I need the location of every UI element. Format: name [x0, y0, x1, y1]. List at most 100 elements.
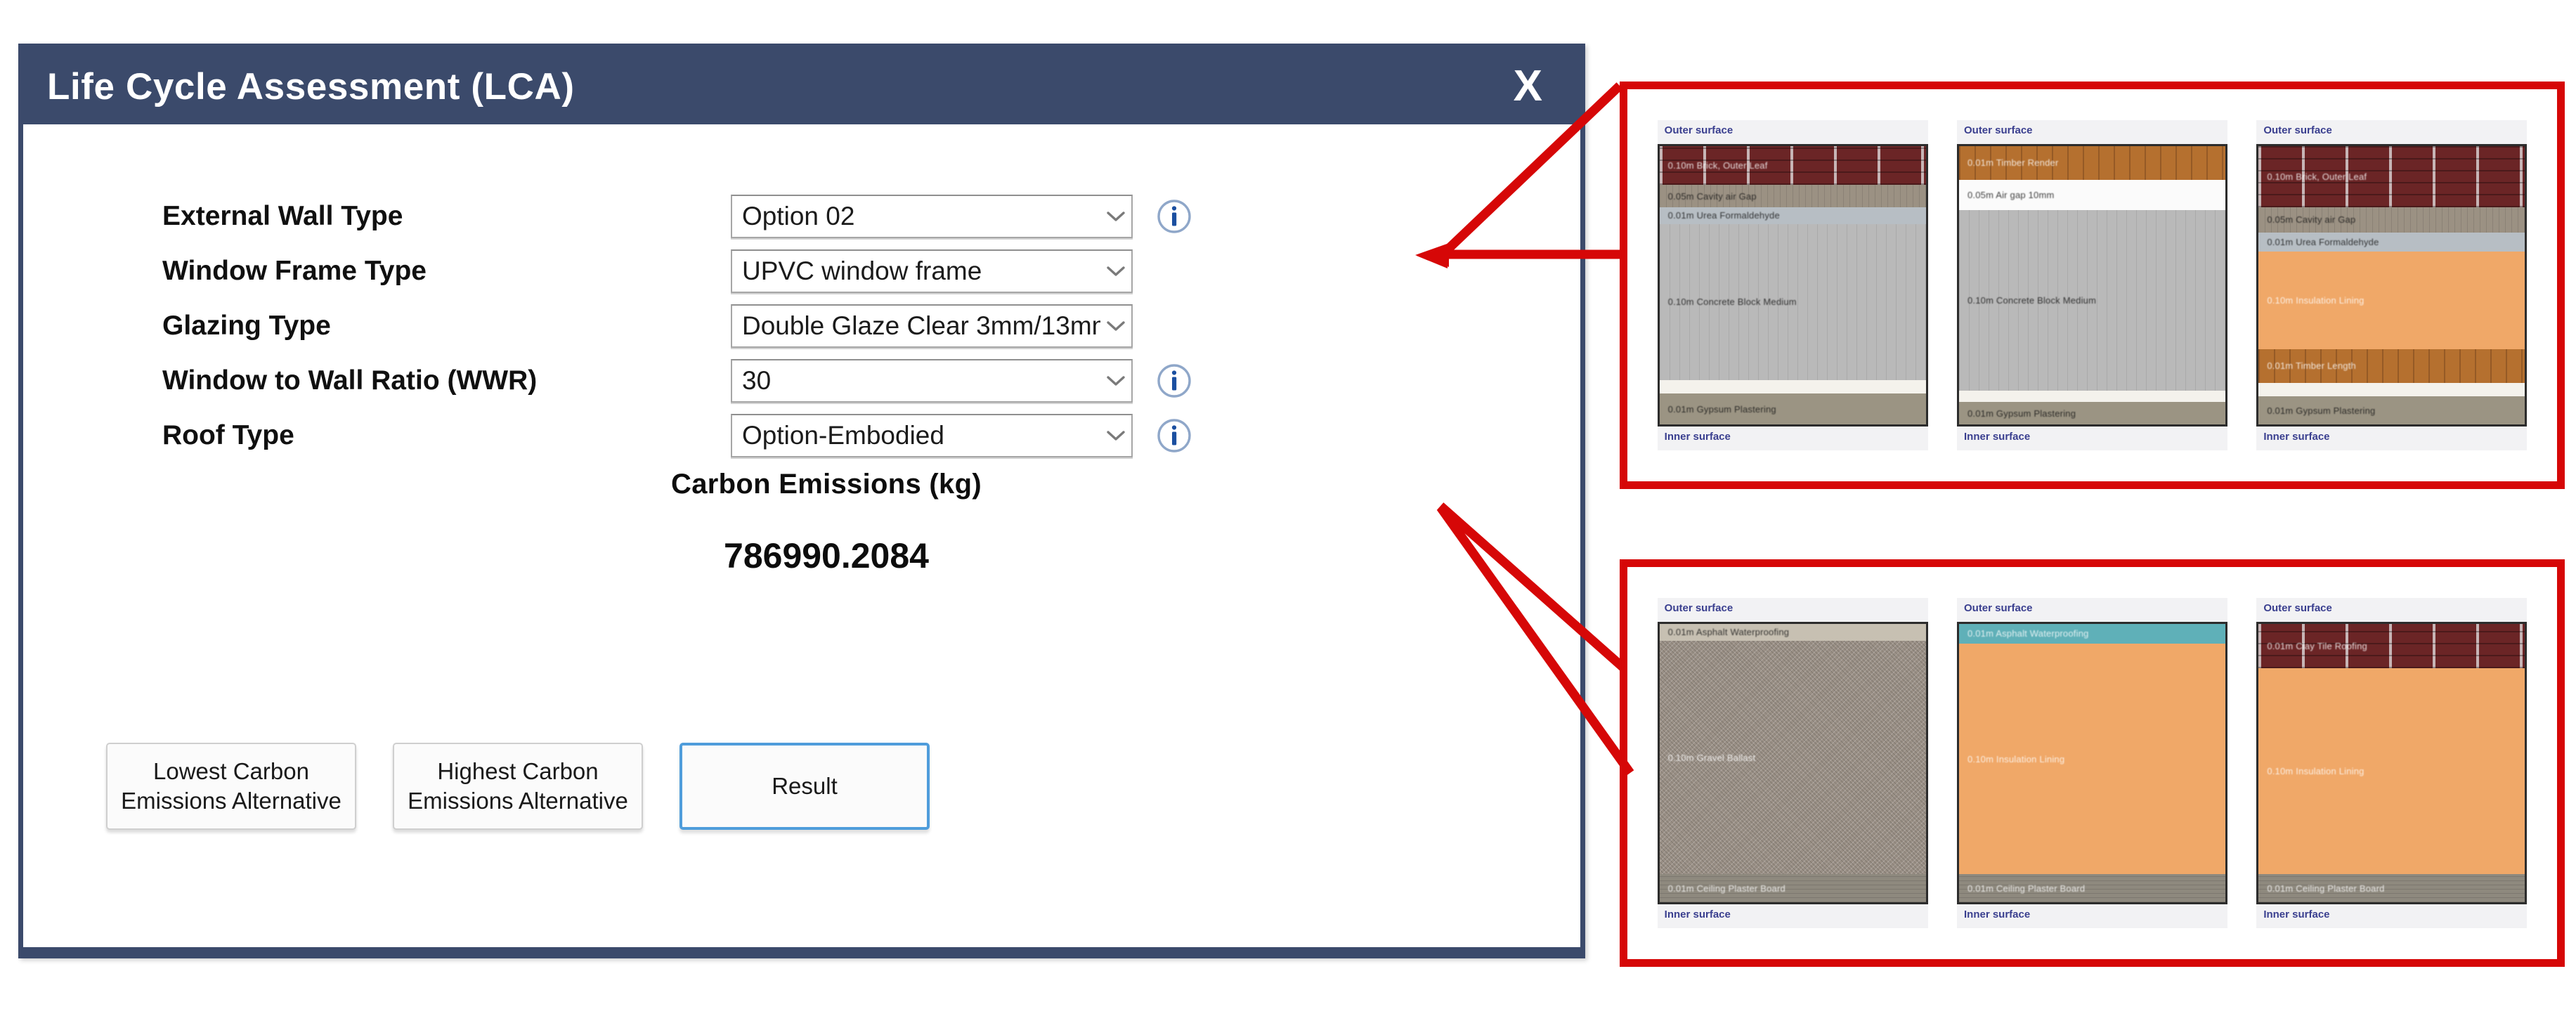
assembly-layer-stack: 0.10m Brick, Outer Leaf 0.05m Cavity air …: [1657, 144, 1928, 427]
assembly-layer: 0.01m Timber Length: [2258, 349, 2525, 383]
inner-surface-caption: Inner surface: [1657, 427, 1928, 450]
dropdown-value: Option 02: [742, 202, 855, 230]
dropdown-window-frame-type[interactable]: UPVC window frame: [731, 249, 1133, 293]
chevron-down-icon: [1100, 430, 1131, 441]
assembly-layer: 0.10m Concrete Block Medium: [1659, 223, 1926, 380]
assembly-layer: 0.01m Ceiling Plaster Board: [1659, 874, 1926, 902]
action-button-bar: Lowest Carbon Emissions Alternative Highes…: [106, 743, 1497, 830]
dialog-body: External Wall Type Option 02 Window Frame …: [23, 124, 1580, 947]
assembly-layer-stack: 0.01m Clay Tile Roofing 0.10m Insulation …: [2256, 622, 2528, 904]
lowest-carbon-button[interactable]: Lowest Carbon Emissions Alternative: [106, 743, 356, 830]
form-row: External Wall Type Option 02: [23, 189, 1580, 244]
form-row: Glazing Type Double Glaze Clear 3mm/13mm …: [23, 299, 1580, 353]
lca-dialog: Life Cycle Assessment (LCA) X External W…: [18, 44, 1585, 958]
assembly-layer-label: 0.10m Brick, Outer Leaf: [2267, 171, 2367, 183]
assembly-layer: 0.10m Brick, Outer Leaf: [1659, 146, 1926, 185]
field-label: Glazing Type: [162, 311, 331, 341]
dropdown-value: UPVC window frame: [742, 256, 982, 285]
wall-thumbnail-strip: Outer surface 0.10m Brick, Outer Leaf 0.05…: [1627, 89, 2557, 481]
result-button[interactable]: Result: [679, 743, 930, 830]
assembly-layer-label: 0.01m Asphalt Waterproofing: [1967, 628, 2089, 639]
roof-assembly-panel: Outer surface 0.01m Asphalt Waterproofing…: [1620, 559, 2565, 967]
assembly-layer-label: 0.10m Concrete Block Medium: [1667, 297, 1797, 308]
assembly-layer-label: 0.01m Clay Tile Roofing: [2267, 641, 2367, 652]
dropdown-value: Option-Embodied: [742, 421, 944, 450]
assembly-layer-label: 0.05m Cavity air Gap: [1667, 190, 1757, 202]
assembly-layer-label: 0.01m Timber Length: [2267, 360, 2356, 372]
external-wall-assembly-panel: Outer surface 0.10m Brick, Outer Leaf 0.05…: [1620, 82, 2565, 489]
assembly-layer: 0.01m Ceiling Plaster Board: [2258, 874, 2525, 902]
assembly-layer-label: 0.01m Asphalt Waterproofing: [1667, 627, 1790, 638]
outer-surface-caption: Outer surface: [1956, 120, 2227, 144]
assembly-layer: 0.10m Insulation Lining: [1958, 643, 2225, 875]
outer-surface-caption: Outer surface: [2256, 598, 2528, 622]
info-icon[interactable]: [1156, 417, 1192, 454]
assembly-layer: 0.10m Gravel Ballast: [1659, 640, 1926, 875]
assembly-layer: [1958, 391, 2225, 403]
dropdown-roof-type[interactable]: Option-Embodied: [731, 414, 1133, 457]
dialog-title-bar: Life Cycle Assessment (LCA) X: [23, 48, 1580, 124]
dropdown-window-to-wall-ratio-wwr[interactable]: 30: [731, 359, 1133, 403]
assembly-layer: 0.01m Clay Tile Roofing: [2258, 624, 2525, 669]
assembly-layer-label: 0.01m Urea Formaldehyde: [2267, 237, 2379, 248]
assembly-layer-label: 0.10m Gravel Ballast: [1667, 752, 1756, 763]
assembly-layer-label: 0.01m Ceiling Plaster Board: [2267, 883, 2385, 894]
assembly-layer-stack: 0.01m Asphalt Waterproofing 0.10m Gravel …: [1657, 622, 1928, 904]
assembly-thumbnail: Outer surface 0.01m Timber Render 0.05m Ai…: [1956, 120, 2227, 450]
assembly-layer-stack: 0.01m Timber Render 0.05m Air gap 10mm 0.1…: [1956, 144, 2227, 427]
assembly-layer: 0.01m Asphalt Waterproofing: [1659, 624, 1926, 641]
screenshot-root: Life Cycle Assessment (LCA) X External W…: [0, 0, 2576, 1009]
inner-surface-caption: Inner surface: [1956, 427, 2227, 450]
assembly-layer: [1659, 379, 1926, 394]
assembly-layer: 0.01m Timber Render: [1958, 146, 2225, 180]
assembly-thumbnail: Outer surface 0.01m Asphalt Waterproofing…: [1657, 598, 1928, 928]
field-label: Window Frame Type: [162, 256, 427, 286]
assembly-layer: 0.01m Urea Formaldehyde: [2258, 232, 2525, 252]
chevron-down-icon: [1100, 320, 1131, 332]
assembly-layer-label: 0.05m Air gap 10mm: [1967, 189, 2055, 200]
inner-surface-caption: Inner surface: [2256, 427, 2528, 450]
carbon-emissions-value: 786990.2084: [724, 536, 929, 575]
inner-surface-caption: Inner surface: [1657, 904, 1928, 928]
inner-surface-caption: Inner surface: [1956, 904, 2227, 928]
button-label: Result: [772, 773, 838, 800]
outer-surface-caption: Outer surface: [1956, 598, 2227, 622]
assembly-layer: 0.01m Ceiling Plaster Board: [1958, 874, 2225, 902]
assembly-thumbnail: Outer surface 0.10m Brick, Outer Leaf 0.05…: [1657, 120, 1928, 450]
outer-surface-caption: Outer surface: [1657, 598, 1928, 622]
page-title: Life Cycle Assessment (LCA): [47, 65, 575, 108]
assembly-layer: 0.01m Asphalt Waterproofing: [1958, 624, 2225, 644]
assembly-layer: 0.01m Gypsum Plastering: [1659, 393, 1926, 424]
outer-surface-caption: Outer surface: [2256, 120, 2528, 144]
dropdown-value: 30: [742, 366, 772, 395]
assembly-layer-label: 0.10m Concrete Block Medium: [1967, 295, 2097, 306]
close-icon[interactable]: X: [1514, 65, 1542, 108]
assembly-layer-label: 0.01m Gypsum Plastering: [1967, 408, 2076, 419]
chevron-down-icon: [1100, 266, 1131, 277]
assembly-thumbnail: Outer surface 0.10m Brick, Outer Leaf 0.05…: [2256, 120, 2528, 450]
assembly-layer: 0.01m Urea Formaldehyde: [1659, 207, 1926, 224]
button-label: Lowest Carbon Emissions Alternative: [121, 758, 341, 814]
carbon-emissions-label: Carbon Emissions (kg): [671, 469, 982, 500]
highest-carbon-button[interactable]: Highest Carbon Emissions Alternative: [393, 743, 643, 830]
assembly-layer: 0.10m Concrete Block Medium: [1958, 210, 2225, 391]
button-label: Highest Carbon Emissions Alternative: [408, 758, 628, 814]
assembly-layer: 0.01m Gypsum Plastering: [2258, 396, 2525, 424]
dropdown-external-wall-type[interactable]: Option 02: [731, 195, 1133, 238]
assembly-layer: 0.10m Brick, Outer Leaf: [2258, 146, 2525, 208]
assembly-layer-label: 0.01m Gypsum Plastering: [2267, 405, 2376, 416]
assembly-layer: 0.10m Insulation Lining: [2258, 252, 2525, 350]
assembly-layer: 0.01m Gypsum Plastering: [1958, 402, 2225, 424]
carbon-emissions-result: Carbon Emissions (kg) 786990.2084: [23, 469, 1580, 576]
assembly-layer: 0.05m Air gap 10mm: [1958, 179, 2225, 211]
settings-form: External Wall Type Option 02 Window Frame …: [23, 189, 1580, 463]
dropdown-glazing-type[interactable]: Double Glaze Clear 3mm/13mm Arg: [731, 304, 1133, 348]
info-icon[interactable]: [1156, 363, 1192, 399]
assembly-layer: 0.05m Cavity air Gap: [1659, 185, 1926, 208]
assembly-layer: 0.05m Cavity air Gap: [2258, 207, 2525, 233]
chevron-down-icon: [1100, 375, 1131, 386]
info-icon[interactable]: [1156, 198, 1192, 235]
field-label: External Wall Type: [162, 201, 403, 231]
assembly-layer-label: 0.05m Cavity air Gap: [2267, 214, 2356, 226]
assembly-layer-label: 0.01m Timber Render: [1967, 157, 2059, 169]
